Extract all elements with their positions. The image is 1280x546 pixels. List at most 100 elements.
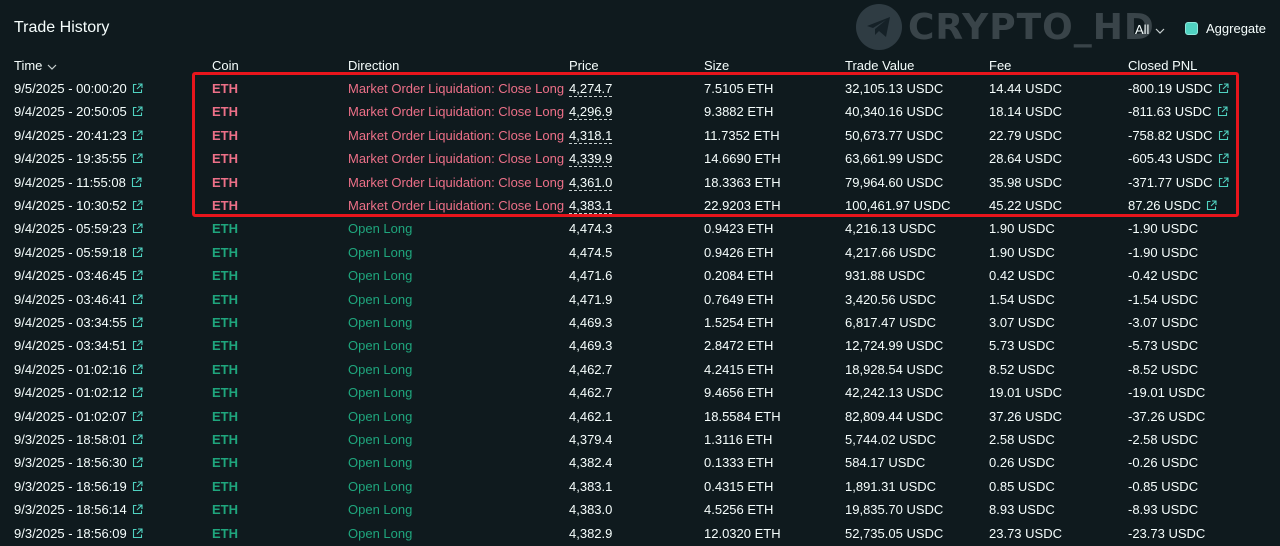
table-row: 9/4/2025 - 20:41:23 ETH Market Order Liqui… (0, 124, 1280, 147)
price-value: 4,474.3 (569, 221, 613, 237)
size-cell: 9.4656 ETH (704, 385, 774, 401)
external-link-icon[interactable] (132, 340, 143, 351)
time-cell: 9/4/2025 - 10:30:52 (14, 198, 143, 213)
external-link-icon[interactable] (132, 83, 143, 94)
external-link-icon[interactable] (132, 411, 143, 422)
external-link-icon[interactable] (132, 387, 143, 398)
price-value[interactable]: 4,383.1 (569, 198, 613, 214)
direction-cell: Market Order Liquidation: Close Long (348, 198, 565, 213)
direction-cell: Open Long (348, 432, 413, 447)
external-link-icon[interactable] (132, 130, 143, 141)
trade-value-cell: 4,217.66 USDC (845, 244, 937, 260)
trade-value-cell: 6,817.47 USDC (845, 315, 937, 330)
size-cell: 0.1333 ETH (704, 455, 774, 471)
direction-cell: Market Order Liquidation: Close Long (348, 104, 565, 120)
fee-cell: 0.42 USDC (989, 268, 1055, 284)
fee-cell: 2.58 USDC (989, 432, 1055, 447)
direction-cell: Open Long (348, 502, 413, 518)
external-link-icon[interactable] (131, 177, 142, 188)
external-link-icon[interactable] (132, 457, 143, 468)
time-value: 9/4/2025 - 19:35:55 (14, 151, 127, 167)
external-link-icon[interactable] (132, 270, 143, 281)
table-row: 9/5/2025 - 00:00:20 ETH Market Order Liqui… (0, 77, 1280, 100)
coin-cell: ETH (212, 525, 238, 541)
external-link-icon[interactable] (132, 294, 143, 305)
time-cell: 9/4/2025 - 05:59:18 (14, 245, 143, 260)
external-link-icon[interactable] (132, 434, 143, 445)
fee-cell: 37.26 USDC (989, 408, 1062, 424)
time-cell: 9/4/2025 - 01:02:16 (14, 362, 143, 377)
direction-cell: Open Long (348, 291, 413, 307)
closed-pnl-cell: -811.63 USDC (1128, 104, 1228, 119)
table-row: 9/3/2025 - 18:56:30 ETH Open Long 4,382.4 0.… (0, 451, 1280, 474)
coin-cell: ETH (212, 127, 238, 143)
external-link-icon[interactable] (132, 317, 143, 328)
table-row: 9/4/2025 - 01:02:12 ETH Open Long 4,462.7 9.… (0, 381, 1280, 404)
price-value[interactable]: 4,318.1 (569, 127, 613, 144)
direction-cell: Market Order Liquidation: Close Long (348, 151, 565, 167)
closed-pnl-value: -605.43 USDC (1128, 151, 1213, 167)
price-value: 4,462.1 (569, 408, 613, 424)
time-cell: 9/4/2025 - 20:50:05 (14, 104, 143, 119)
coin-cell: ETH (212, 221, 238, 237)
time-value: 9/4/2025 - 01:02:12 (14, 385, 127, 401)
filter-dropdown[interactable]: All (1135, 22, 1165, 37)
aggregate-toggle[interactable]: Aggregate (1185, 21, 1266, 36)
external-link-icon[interactable] (132, 223, 143, 234)
external-link-icon[interactable] (1218, 177, 1229, 188)
external-link-icon[interactable] (1218, 83, 1229, 94)
price-cell: 4,471.9 (569, 292, 612, 307)
direction-cell: Open Long (348, 315, 413, 330)
size-cell: 11.7352 ETH (704, 127, 780, 143)
price-cell: 4,382.9 (569, 526, 612, 541)
external-link-icon[interactable] (132, 200, 143, 211)
trade-value-cell: 52,735.05 USDC (845, 525, 944, 541)
time-cell: 9/3/2025 - 18:58:01 (14, 432, 143, 447)
external-link-icon[interactable] (132, 106, 143, 117)
coin-cell: ETH (212, 385, 238, 401)
external-link-icon[interactable] (1217, 106, 1228, 117)
price-value[interactable]: 4,361.0 (569, 174, 613, 191)
direction-cell: Open Long (348, 525, 413, 541)
aggregate-checkbox[interactable] (1185, 22, 1198, 35)
table-row: 9/4/2025 - 01:02:16 ETH Open Long 4,462.7 4.… (0, 358, 1280, 381)
closed-pnl-cell: -0.26 USDC (1128, 455, 1198, 470)
time-value: 9/3/2025 - 18:56:19 (14, 478, 127, 494)
time-cell: 9/4/2025 - 05:59:23 (14, 221, 143, 236)
trade-value-cell: 100,461.97 USDC (845, 198, 951, 213)
external-link-icon[interactable] (1218, 130, 1229, 141)
size-cell: 4.5256 ETH (704, 502, 774, 518)
column-header-time-label: Time (14, 58, 43, 73)
external-link-icon[interactable] (132, 364, 143, 375)
size-cell: 18.5584 ETH (704, 408, 781, 424)
time-value: 9/4/2025 - 05:59:18 (14, 244, 127, 260)
price-value[interactable]: 4,296.9 (569, 104, 613, 121)
external-link-icon[interactable] (1206, 200, 1217, 211)
external-link-icon[interactable] (132, 528, 143, 539)
external-link-icon[interactable] (132, 153, 143, 164)
table-row: 9/4/2025 - 19:35:55 ETH Market Order Liqui… (0, 147, 1280, 170)
external-link-icon[interactable] (132, 247, 143, 258)
closed-pnl-value: -1.90 USDC (1128, 221, 1199, 237)
direction-cell: Market Order Liquidation: Close Long (348, 81, 565, 96)
direction-cell: Open Long (348, 244, 413, 260)
trade-value-cell: 63,661.99 USDC (845, 151, 944, 167)
external-link-icon[interactable] (132, 481, 143, 492)
price-cell: 4,469.3 (569, 315, 612, 330)
column-header-time[interactable]: Time (14, 58, 57, 73)
price-value: 4,471.6 (569, 268, 613, 284)
time-cell: 9/4/2025 - 03:46:41 (14, 292, 143, 307)
coin-cell: ETH (212, 174, 238, 190)
price-value[interactable]: 4,274.7 (569, 81, 613, 97)
closed-pnl-cell: -23.73 USDC (1128, 526, 1205, 541)
external-link-icon[interactable] (132, 504, 143, 515)
size-cell: 12.0320 ETH (704, 525, 781, 541)
size-cell: 18.3363 ETH (704, 174, 781, 190)
external-link-icon[interactable] (1218, 153, 1229, 164)
closed-pnl-value: -0.42 USDC (1128, 268, 1199, 284)
trade-value-cell: 18,928.54 USDC (845, 361, 944, 377)
fee-cell: 14.44 USDC (989, 81, 1062, 96)
size-cell: 0.9423 ETH (704, 221, 774, 237)
price-value[interactable]: 4,339.9 (569, 151, 613, 168)
time-cell: 9/3/2025 - 18:56:09 (14, 526, 143, 541)
